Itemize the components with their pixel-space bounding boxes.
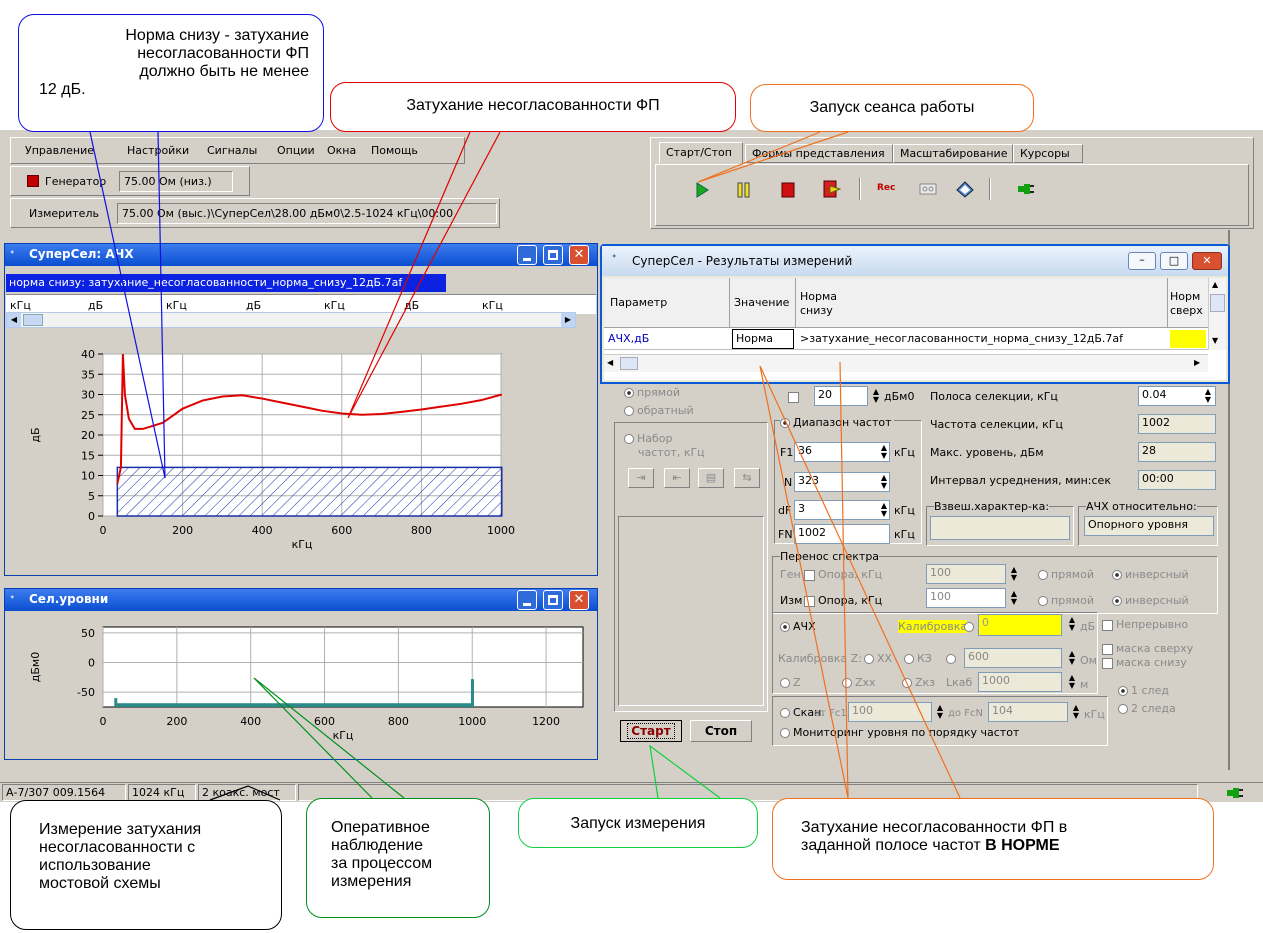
pointer-measure-start [649,744,721,799]
callout-measure-start: Запуск измерения [518,798,758,848]
callout-observation: Оперативное наблюдение за процессом изме… [306,798,490,918]
callout-session-start: Запуск сеанса работы [750,84,1034,132]
callout-in-norm-line2: заданной полосе частот В НОРМЕ [801,837,1060,854]
pointer-session-start [697,131,849,183]
callout-attenuation: Затухание несогласованности ФП [330,82,736,132]
pointer-observation [253,677,405,799]
callout-bridge-measure: Измерение затухания несогласованности с … [10,800,282,930]
pointer-in-norm [759,365,961,799]
callout-pointers [89,131,961,801]
pointer-attenuation [347,131,501,419]
callout-norm-below: Норма снизу - затухание несогласованност… [18,14,324,132]
pointer-norm-below [89,131,166,479]
callout-in-norm: Затухание несогласованности ФП в заданно… [772,798,1214,880]
pointer-bridge [209,785,281,801]
pointer-in-norm-extra [839,361,849,799]
